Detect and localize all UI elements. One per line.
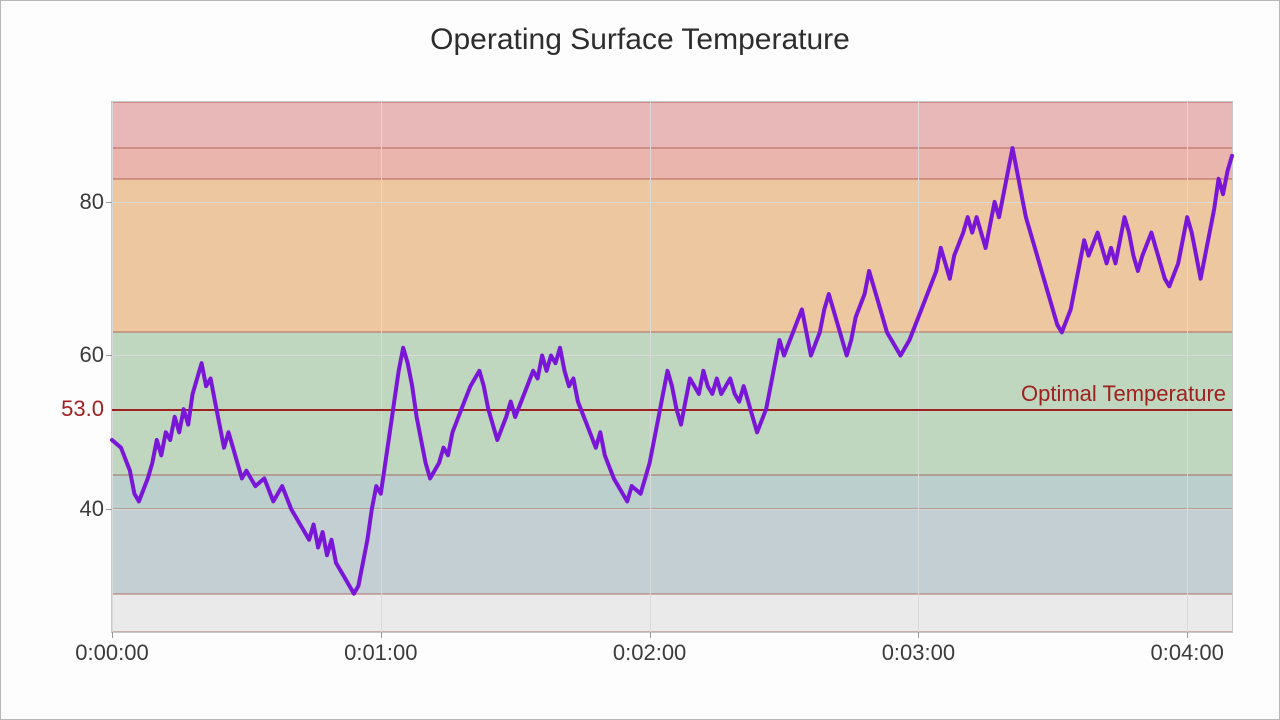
x-axis-tick-label: 0:04:00 <box>1150 640 1223 666</box>
y-axis-tick-label: 40 <box>80 496 104 522</box>
reference-line-value: 53.0 <box>61 396 104 422</box>
series-line <box>112 148 1232 593</box>
x-axis-tick-label: 0:03:00 <box>882 640 955 666</box>
x-axis-tick-label: 0:00:00 <box>75 640 148 666</box>
x-axis-tick-label: 0:02:00 <box>613 640 686 666</box>
chart-frame: Operating Surface Temperature 4060800:00… <box>0 0 1280 720</box>
y-axis-tick-label: 80 <box>80 189 104 215</box>
y-axis-tick-label: 60 <box>80 342 104 368</box>
plot-area[interactable]: 4060800:00:000:01:000:02:000:03:000:04:0… <box>111 101 1233 633</box>
chart-title: Operating Surface Temperature <box>1 23 1279 57</box>
data-series <box>112 102 1232 632</box>
x-axis-tick-label: 0:01:00 <box>344 640 417 666</box>
